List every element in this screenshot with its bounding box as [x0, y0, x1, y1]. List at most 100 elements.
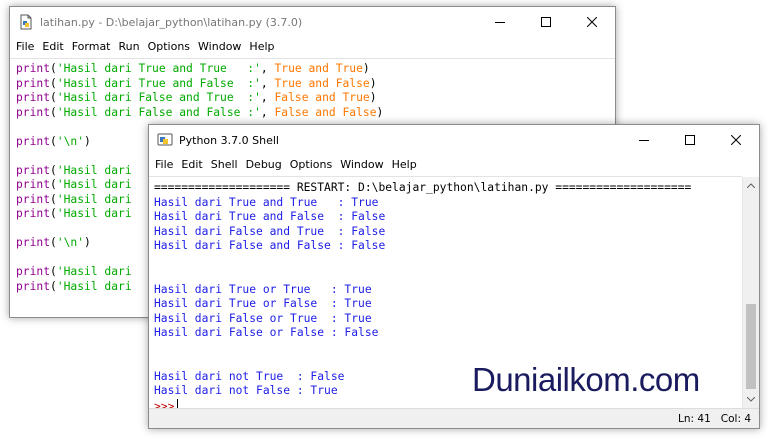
code-token: print — [16, 178, 51, 191]
code-token: ) — [84, 236, 91, 249]
chevron-up-icon — [747, 183, 755, 188]
code-token: ) — [369, 91, 377, 104]
scroll-down-button[interactable] — [743, 391, 759, 408]
code-token: 'Hasil dari — [56, 192, 132, 206]
watermark-logo: Duniailkom.com — [472, 361, 700, 398]
output-line: Hasil dari False or True : True — [154, 311, 372, 325]
close-icon — [731, 135, 741, 145]
code-token: print — [16, 192, 51, 206]
output-line: Hasil dari True and True : True — [154, 195, 379, 209]
output-line: Hasil dari False and True : False — [154, 224, 386, 238]
code-token: ( — [50, 163, 57, 177]
code-token: '\n' — [56, 236, 85, 249]
code-token: , — [260, 76, 275, 90]
code-token: '\n' — [56, 134, 85, 148]
menu-help[interactable]: Help — [245, 37, 278, 57]
code-token: ( — [50, 105, 57, 119]
menu-debug[interactable]: Debug — [242, 155, 286, 175]
column-indicator: Col: 4 — [720, 412, 751, 425]
minimize-icon — [639, 140, 649, 141]
menu-options[interactable]: Options — [144, 37, 194, 57]
minimize-icon — [495, 22, 505, 23]
maximize-button[interactable] — [667, 125, 713, 155]
code-token: ( — [50, 207, 57, 220]
code-token: 'Hasil dari — [56, 279, 132, 293]
code-token: 'Hasil dari — [56, 265, 132, 278]
code-token: print — [16, 62, 51, 75]
code-token: ) — [362, 62, 370, 75]
output-line: Hasil dari False or False : False — [154, 326, 379, 339]
scroll-up-button[interactable] — [743, 177, 759, 194]
code-token: , — [260, 91, 275, 104]
code-line: print('Hasil dari False and False :', Fa… — [16, 106, 615, 121]
code-token: print — [16, 91, 51, 104]
code-token: print — [16, 76, 51, 90]
code-token: 'Hasil dari False and False :' — [56, 105, 261, 119]
maximize-button[interactable] — [523, 7, 569, 37]
code-token: , — [260, 105, 275, 119]
editor-menubar: File Edit Format Run Options Window Help — [10, 37, 615, 57]
code-token: ( — [50, 279, 57, 293]
menu-edit[interactable]: Edit — [38, 37, 67, 57]
shell-menubar: File Edit Shell Debug Options Window Help — [149, 155, 759, 175]
code-token: print — [16, 236, 51, 249]
close-icon — [587, 17, 597, 27]
code-token: 'Hasil dari False and True :' — [56, 91, 261, 104]
vertical-scrollbar[interactable] — [742, 177, 759, 408]
code-token: ( — [50, 91, 57, 104]
menu-window[interactable]: Window — [194, 37, 245, 57]
shell-titlebar[interactable]: Python 3.7.0 Shell — [149, 125, 759, 155]
code-token: print — [16, 279, 51, 293]
maximize-icon — [541, 17, 551, 27]
minimize-button[interactable] — [477, 7, 523, 37]
code-token: True and False — [274, 76, 370, 90]
code-token: print — [16, 265, 51, 278]
code-line: print('Hasil dari False and True :', Fal… — [16, 91, 615, 106]
code-line: print('Hasil dari True and True :', True… — [16, 62, 615, 77]
code-line: print('Hasil dari True and False :', Tru… — [16, 77, 615, 92]
scroll-thumb[interactable] — [746, 304, 756, 389]
chevron-down-icon — [747, 397, 755, 402]
code-token: print — [16, 163, 51, 177]
menu-shell[interactable]: Shell — [207, 155, 242, 175]
code-token: 'Hasil dari True and False :' — [56, 76, 261, 90]
python-file-icon — [18, 14, 34, 30]
menu-file[interactable]: File — [151, 155, 177, 175]
menu-edit[interactable]: Edit — [177, 155, 206, 175]
editor-titlebar[interactable]: latihan.py - D:\belajar_python\latihan.p… — [10, 7, 615, 37]
menu-run[interactable]: Run — [115, 37, 144, 57]
menu-options[interactable]: Options — [286, 155, 336, 175]
code-token: ) — [84, 134, 91, 148]
menu-format[interactable]: Format — [68, 37, 115, 57]
code-token: ) — [369, 76, 377, 90]
menu-file[interactable]: File — [12, 37, 38, 57]
code-token: , — [260, 62, 275, 75]
code-token: ( — [50, 178, 57, 191]
maximize-icon — [685, 135, 695, 145]
text-cursor — [177, 398, 179, 408]
code-token: ( — [50, 192, 57, 206]
code-token: ( — [50, 265, 57, 278]
output-line: Hasil dari True and False : False — [154, 210, 386, 223]
code-token: 'Hasil dari — [56, 178, 132, 191]
menu-window[interactable]: Window — [336, 155, 387, 175]
line-indicator: Ln: 41 — [678, 412, 711, 425]
code-token: ( — [50, 62, 57, 75]
code-token: 'Hasil dari — [56, 207, 132, 220]
python-shell-icon — [157, 132, 173, 148]
close-button[interactable] — [569, 7, 615, 37]
prompt-line[interactable]: >>> — [154, 398, 742, 408]
status-bar: Ln: 41 Col: 4 — [149, 408, 759, 428]
shell-title: Python 3.7.0 Shell — [179, 133, 279, 147]
menu-help[interactable]: Help — [388, 155, 421, 175]
minimize-button[interactable] — [621, 125, 667, 155]
output-line: Hasil dari True or False : True — [154, 297, 372, 310]
output-line: Hasil dari True or True : True — [154, 282, 372, 296]
code-token: ( — [50, 236, 57, 249]
code-token: 'Hasil dari — [56, 163, 132, 177]
close-button[interactable] — [713, 125, 759, 155]
code-token: print — [16, 207, 51, 220]
